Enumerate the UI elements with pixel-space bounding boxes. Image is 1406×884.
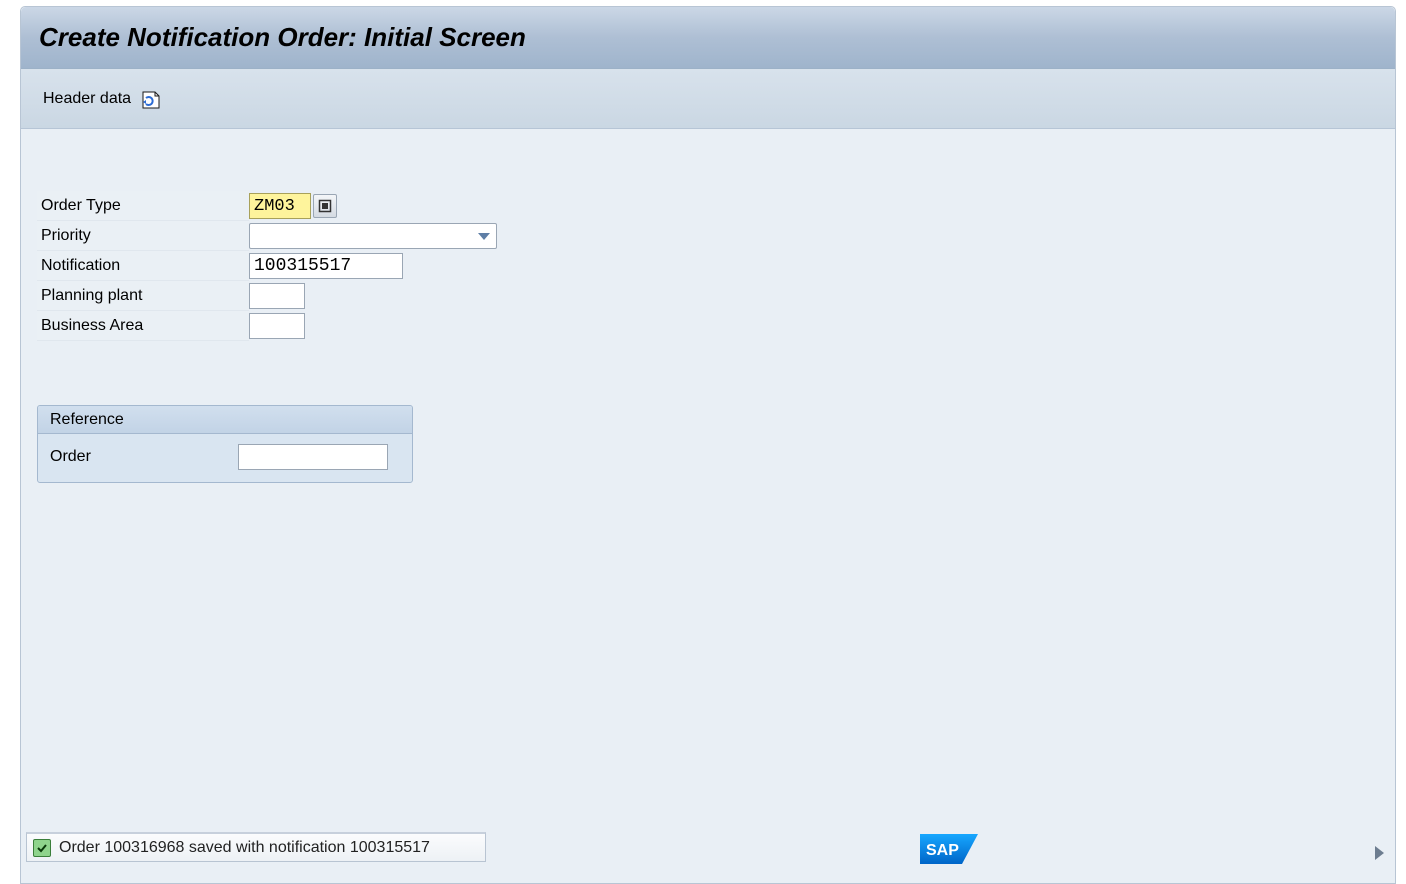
svg-text:SAP: SAP bbox=[926, 842, 959, 859]
row-order-type: Order Type bbox=[37, 191, 497, 221]
status-success-icon bbox=[33, 839, 51, 857]
row-planning-plant: Planning plant bbox=[37, 281, 497, 311]
header-data-icon[interactable] bbox=[141, 90, 163, 110]
label-ref-order: Order bbox=[50, 448, 238, 466]
header-data-button[interactable]: Header data bbox=[43, 90, 131, 108]
reference-group: Reference Order bbox=[37, 405, 413, 483]
search-help-button[interactable] bbox=[313, 194, 337, 218]
page-title: Create Notification Order: Initial Scree… bbox=[39, 22, 526, 53]
planning-plant-input[interactable] bbox=[249, 283, 305, 309]
row-priority: Priority bbox=[37, 221, 497, 251]
sap-logo: SAP bbox=[920, 834, 978, 864]
row-notification: Notification bbox=[37, 251, 497, 281]
form-content: Order Type Priority bbox=[21, 129, 1395, 483]
reference-order-input[interactable] bbox=[238, 444, 388, 470]
priority-dropdown[interactable] bbox=[249, 223, 497, 249]
business-area-input[interactable] bbox=[249, 313, 305, 339]
label-priority: Priority bbox=[37, 221, 227, 251]
label-business-area: Business Area bbox=[37, 311, 227, 341]
notification-input[interactable] bbox=[249, 253, 403, 279]
chevron-down-icon bbox=[478, 233, 490, 240]
status-message: Order 100316968 saved with notification … bbox=[59, 839, 430, 857]
title-bar: Create Notification Order: Initial Scree… bbox=[21, 7, 1395, 69]
expand-triangle-icon[interactable] bbox=[1375, 846, 1384, 860]
label-notification: Notification bbox=[37, 251, 227, 281]
label-planning-plant: Planning plant bbox=[37, 281, 227, 311]
application-toolbar: Header data bbox=[21, 69, 1395, 129]
label-order-type: Order Type bbox=[37, 191, 227, 221]
row-business-area: Business Area bbox=[37, 311, 497, 341]
status-bar: Order 100316968 saved with notification … bbox=[26, 832, 486, 862]
order-type-input[interactable] bbox=[249, 193, 311, 219]
reference-header: Reference bbox=[38, 406, 412, 434]
main-window: Create Notification Order: Initial Scree… bbox=[20, 6, 1396, 884]
